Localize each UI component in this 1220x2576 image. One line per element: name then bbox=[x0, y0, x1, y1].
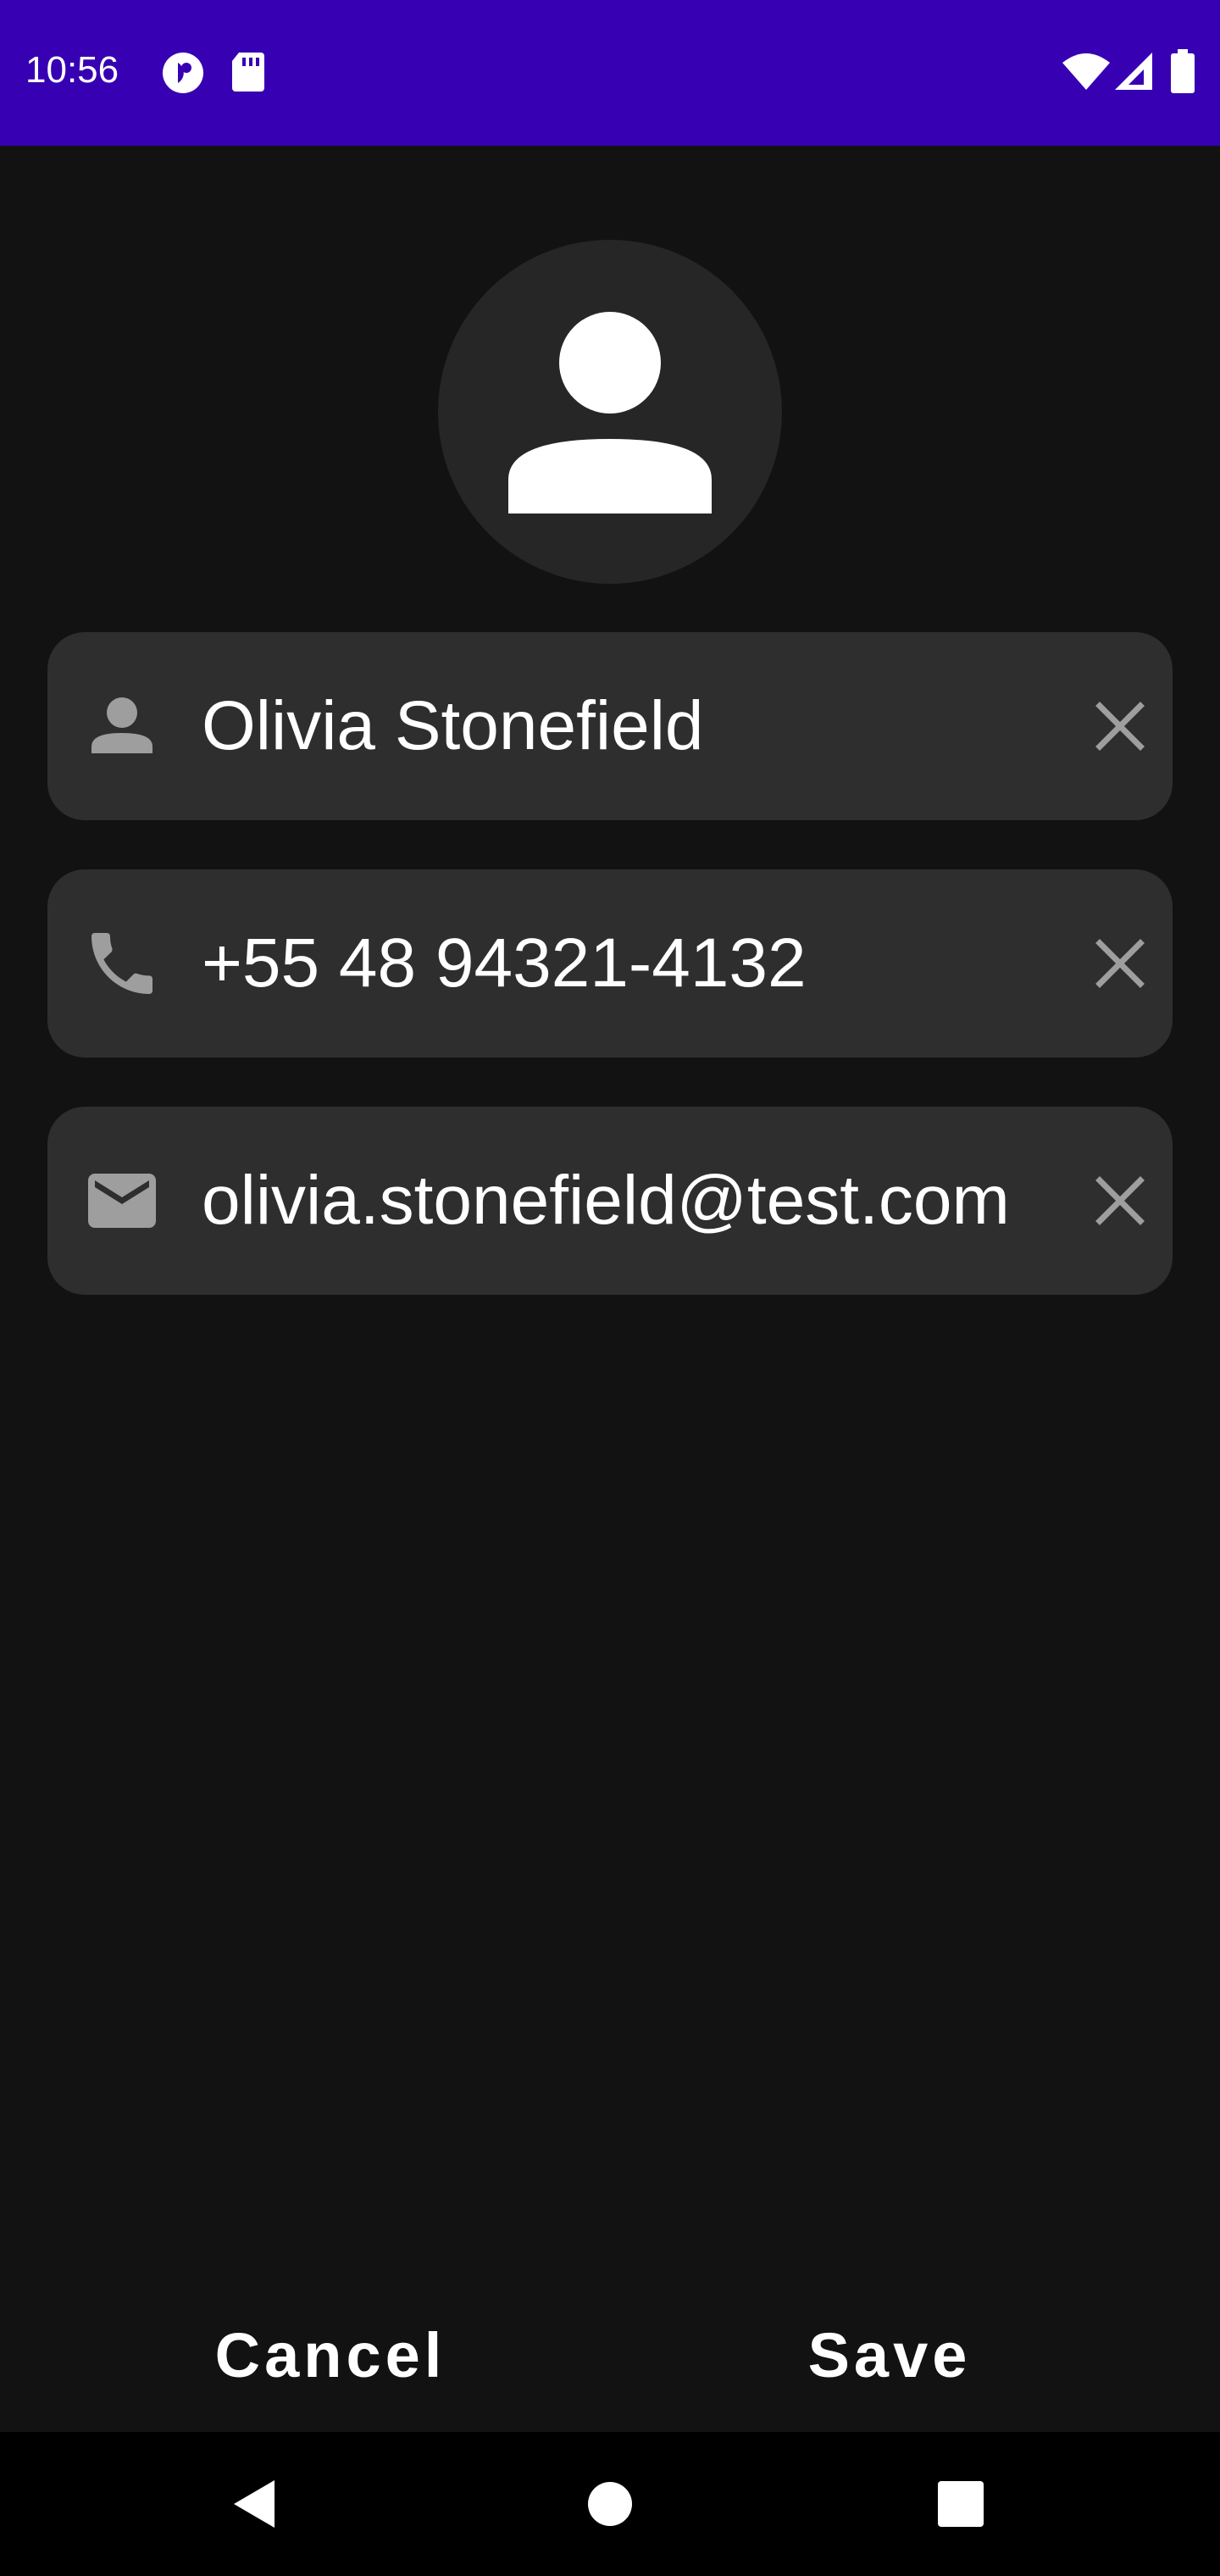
save-button[interactable]: Save bbox=[746, 2305, 1034, 2407]
home-icon[interactable] bbox=[576, 2470, 644, 2542]
back-icon[interactable] bbox=[222, 2470, 290, 2542]
email-field[interactable]: olivia.stonefield@test.com bbox=[47, 1107, 1173, 1295]
data-saver-icon bbox=[161, 51, 205, 99]
close-icon bbox=[1095, 702, 1145, 751]
battery-icon bbox=[1171, 49, 1195, 97]
name-field[interactable]: Olivia Stonefield bbox=[47, 632, 1173, 820]
sd-card-icon bbox=[230, 51, 266, 97]
status-bar: 10:56 bbox=[0, 0, 1220, 146]
clear-phone-button[interactable] bbox=[1086, 930, 1154, 997]
name-value[interactable]: Olivia Stonefield bbox=[202, 632, 1066, 820]
clear-email-button[interactable] bbox=[1086, 1167, 1154, 1235]
close-icon bbox=[1095, 1176, 1145, 1225]
phone-field[interactable]: +55 48 94321-4132 bbox=[47, 869, 1173, 1058]
cell-signal-icon bbox=[1115, 53, 1152, 94]
wifi-icon bbox=[1062, 53, 1110, 94]
phone-icon bbox=[81, 923, 163, 1008]
clear-name-button[interactable] bbox=[1086, 692, 1154, 760]
recents-icon[interactable] bbox=[927, 2470, 995, 2542]
cancel-button[interactable]: Cancel bbox=[169, 2305, 491, 2407]
navigation-bar bbox=[0, 2432, 1220, 2576]
email-value[interactable]: olivia.stonefield@test.com bbox=[202, 1107, 1066, 1295]
contact-avatar[interactable] bbox=[438, 240, 782, 584]
mail-icon bbox=[81, 1160, 163, 1246]
status-time: 10:56 bbox=[25, 49, 119, 91]
person-icon bbox=[81, 686, 163, 771]
person-icon bbox=[508, 312, 712, 514]
close-icon bbox=[1095, 939, 1145, 988]
phone-value[interactable]: +55 48 94321-4132 bbox=[202, 869, 1066, 1058]
